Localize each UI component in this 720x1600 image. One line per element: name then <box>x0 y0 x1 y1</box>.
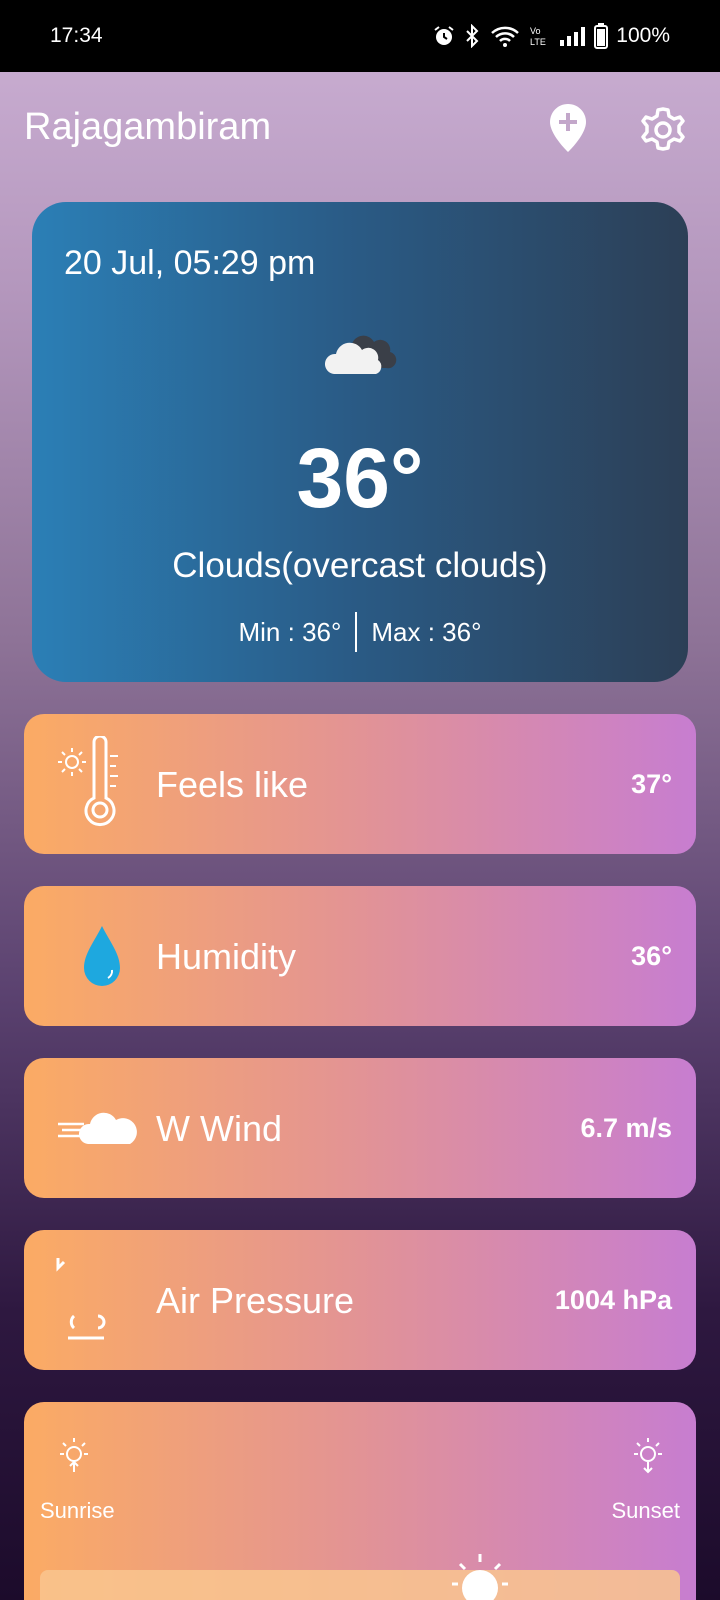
stat-value: 1004 hPa <box>554 1285 672 1315</box>
min-max-divider <box>355 612 358 652</box>
thermometer-icon <box>58 736 118 827</box>
settings-gear-icon[interactable] <box>638 105 688 155</box>
svg-text:Vo: Vo <box>530 26 541 36</box>
sunrise-icon <box>60 1438 88 1472</box>
sunset-icon <box>634 1438 662 1474</box>
current-datetime: 20 Jul, 05:29 pm <box>64 244 316 282</box>
status-icons: Vo LTE 100% <box>432 23 670 49</box>
svg-text:LTE: LTE <box>530 37 546 47</box>
min-max-row: Min : 36° Max : 36° <box>32 612 688 652</box>
bluetooth-icon <box>466 24 479 48</box>
battery-icon <box>594 23 609 49</box>
wind-icon <box>58 1112 137 1144</box>
weather-description: Clouds(overcast clouds) <box>172 546 548 585</box>
stat-label: Feels like <box>156 764 309 805</box>
sun-icon <box>452 1554 508 1600</box>
current-weather-card: 20 Jul, 05:29 pm 36° Clouds(overcast clo… <box>32 202 688 682</box>
city-name: Rajagambiram <box>24 106 272 148</box>
sunrise-sunset-card: Sunrise Sunset <box>24 1402 696 1600</box>
stat-value: 36° <box>631 941 672 971</box>
pressure-icon <box>56 1258 106 1340</box>
cloud-icon <box>324 335 397 374</box>
signal-icon <box>560 27 586 46</box>
wind-card: W Wind 6.7 m/s <box>24 1058 696 1198</box>
sun-path-track <box>40 1570 680 1600</box>
add-location-icon[interactable] <box>548 102 588 154</box>
humidity-card: Humidity 36° <box>24 886 696 1026</box>
air-pressure-card: Air Pressure 1004 hPa <box>24 1230 696 1370</box>
current-temperature: 36° <box>296 431 424 525</box>
min-temp: Min : 36° <box>238 616 342 647</box>
volte-icon: Vo LTE <box>530 26 546 47</box>
status-bar: 17:34 Vo LTE 100% <box>0 0 720 72</box>
app-header: Rajagambiram <box>0 72 720 184</box>
stat-label: Air Pressure <box>156 1280 355 1321</box>
wifi-icon <box>491 26 520 47</box>
stat-label: Humidity <box>156 936 297 977</box>
stat-value: 37° <box>631 769 672 799</box>
sunset-label: Sunset <box>611 1498 681 1523</box>
battery-level: 100% <box>616 24 670 47</box>
status-time: 17:34 <box>50 24 103 47</box>
sunrise-label: Sunrise <box>40 1498 115 1523</box>
alarm-icon <box>434 26 454 45</box>
max-temp: Max : 36° <box>371 616 482 647</box>
stat-value: 6.7 m/s <box>580 1113 672 1143</box>
feels-like-card: Feels like 37° <box>24 714 696 854</box>
water-drop-icon <box>84 926 120 986</box>
stat-label: W Wind <box>156 1108 282 1149</box>
